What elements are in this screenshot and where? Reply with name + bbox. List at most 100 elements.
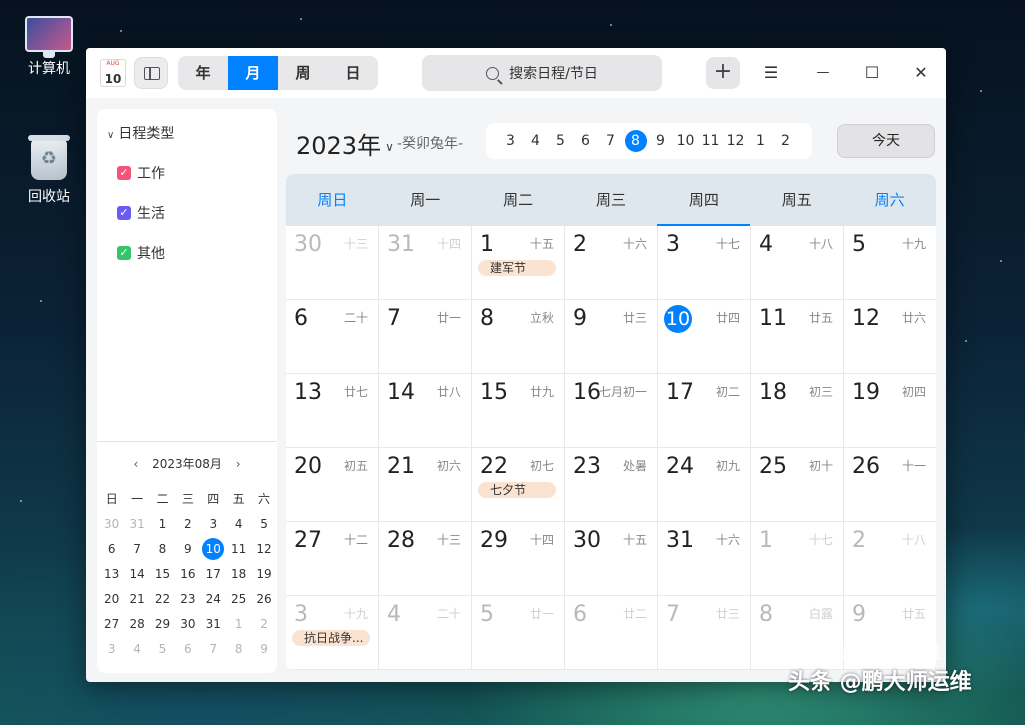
mini-day[interactable]: 23: [175, 587, 200, 612]
day-cell[interactable]: 11 廿五: [751, 300, 844, 374]
mini-day[interactable]: 26: [251, 587, 276, 612]
mini-day[interactable]: 4: [124, 637, 149, 662]
month-item[interactable]: 11: [698, 133, 723, 149]
mini-day[interactable]: 31: [124, 512, 149, 537]
mini-next-button[interactable]: ›: [236, 457, 241, 471]
mini-day[interactable]: 20: [99, 587, 124, 612]
day-cell[interactable]: 7 廿一: [379, 300, 472, 374]
category-item[interactable]: ✓ 生活: [117, 203, 165, 223]
day-cell[interactable]: 14 廿八: [379, 374, 472, 448]
day-cell[interactable]: 4 十八: [751, 226, 844, 300]
day-cell[interactable]: 31 十四: [379, 226, 472, 300]
month-item[interactable]: 12: [723, 133, 748, 149]
view-tab-3[interactable]: 日: [328, 56, 378, 90]
day-cell[interactable]: 17 初二: [658, 374, 751, 448]
mini-day[interactable]: 6: [99, 537, 124, 562]
day-cell[interactable]: 18 初三: [751, 374, 844, 448]
day-cell[interactable]: 30 十五: [565, 522, 658, 596]
checkbox-icon[interactable]: ✓: [117, 246, 131, 260]
month-item[interactable]: 2: [773, 133, 798, 149]
minimize-button[interactable]: —: [808, 58, 838, 88]
view-tab-0[interactable]: 年: [178, 56, 228, 90]
day-cell[interactable]: 2 十六: [565, 226, 658, 300]
day-cell[interactable]: 31 十六: [658, 522, 751, 596]
close-button[interactable]: ✕: [906, 58, 936, 88]
day-cell[interactable]: 30 十三: [286, 226, 379, 300]
day-cell[interactable]: 3 十七: [658, 226, 751, 300]
today-button[interactable]: 今天: [837, 124, 935, 158]
day-cell[interactable]: 8 白露: [751, 596, 844, 670]
day-cell[interactable]: 8 立秋: [472, 300, 565, 374]
mini-day[interactable]: 7: [124, 537, 149, 562]
day-cell[interactable]: 29 十四: [472, 522, 565, 596]
day-cell[interactable]: 25 初十: [751, 448, 844, 522]
mini-day[interactable]: 18: [226, 562, 251, 587]
day-cell[interactable]: 23 处暑: [565, 448, 658, 522]
mini-day[interactable]: 21: [124, 587, 149, 612]
day-cell[interactable]: 12 廿六: [844, 300, 936, 374]
mini-day[interactable]: 2: [175, 512, 200, 537]
day-cell[interactable]: 13 廿七: [286, 374, 379, 448]
mini-day[interactable]: 5: [251, 512, 276, 537]
mini-day[interactable]: 30: [175, 612, 200, 637]
month-item[interactable]: 5: [548, 133, 573, 149]
view-tab-2[interactable]: 周: [278, 56, 328, 90]
view-tab-1[interactable]: 月: [228, 56, 278, 90]
mini-day[interactable]: 6: [175, 637, 200, 662]
event-chip[interactable]: 建军节: [478, 260, 556, 276]
maximize-button[interactable]: ☐: [857, 58, 887, 88]
category-item[interactable]: ✓ 工作: [117, 163, 165, 183]
day-cell[interactable]: 7 廿三: [658, 596, 751, 670]
day-cell[interactable]: 6 二十: [286, 300, 379, 374]
day-cell[interactable]: 9 廿三: [565, 300, 658, 374]
event-chip[interactable]: 七夕节: [478, 482, 556, 498]
mini-day[interactable]: 13: [99, 562, 124, 587]
day-cell[interactable]: 3 十九 抗日战争...: [286, 596, 379, 670]
day-cell[interactable]: 10 廿四: [658, 300, 751, 374]
day-cell[interactable]: 16 七月初一: [565, 374, 658, 448]
day-cell[interactable]: 28 十三: [379, 522, 472, 596]
mini-prev-button[interactable]: ‹: [133, 457, 138, 471]
mini-day[interactable]: 22: [150, 587, 175, 612]
mini-day[interactable]: 4: [226, 512, 251, 537]
mini-day[interactable]: 24: [201, 587, 226, 612]
mini-day[interactable]: 7: [201, 637, 226, 662]
day-cell[interactable]: 4 二十: [379, 596, 472, 670]
add-event-button[interactable]: +: [706, 57, 740, 89]
category-item[interactable]: ✓ 其他: [117, 243, 165, 263]
mini-day[interactable]: 29: [150, 612, 175, 637]
mini-day[interactable]: 3: [99, 637, 124, 662]
mini-day[interactable]: 19: [251, 562, 276, 587]
day-cell[interactable]: 1 十七: [751, 522, 844, 596]
mini-day[interactable]: 3: [201, 512, 226, 537]
month-item[interactable]: 9: [648, 133, 673, 149]
month-item[interactable]: 10: [673, 133, 698, 149]
mini-day[interactable]: 12: [251, 537, 276, 562]
sidebar-toggle-button[interactable]: [134, 57, 168, 89]
menu-button[interactable]: ☰: [756, 58, 786, 88]
mini-day[interactable]: 9: [251, 637, 276, 662]
month-item[interactable]: 7: [598, 133, 623, 149]
mini-day[interactable]: 27: [99, 612, 124, 637]
mini-day[interactable]: 25: [226, 587, 251, 612]
day-cell[interactable]: 5 廿一: [472, 596, 565, 670]
day-cell[interactable]: 24 初九: [658, 448, 751, 522]
mini-day[interactable]: 16: [175, 562, 200, 587]
day-cell[interactable]: 26 十一: [844, 448, 936, 522]
mini-day[interactable]: 1: [150, 512, 175, 537]
mini-day[interactable]: 10: [201, 537, 226, 562]
mini-day[interactable]: 8: [150, 537, 175, 562]
day-cell[interactable]: 21 初六: [379, 448, 472, 522]
category-header[interactable]: ∨ 日程类型: [107, 123, 174, 143]
checkbox-icon[interactable]: ✓: [117, 206, 131, 220]
day-cell[interactable]: 22 初七 七夕节: [472, 448, 565, 522]
mini-day[interactable]: 15: [150, 562, 175, 587]
mini-day[interactable]: 31: [201, 612, 226, 637]
mini-day[interactable]: 5: [150, 637, 175, 662]
mini-day[interactable]: 30: [99, 512, 124, 537]
mini-day[interactable]: 17: [201, 562, 226, 587]
day-cell[interactable]: 5 十九: [844, 226, 936, 300]
mini-day[interactable]: 2: [251, 612, 276, 637]
day-cell[interactable]: 2 十八: [844, 522, 936, 596]
mini-day[interactable]: 11: [226, 537, 251, 562]
